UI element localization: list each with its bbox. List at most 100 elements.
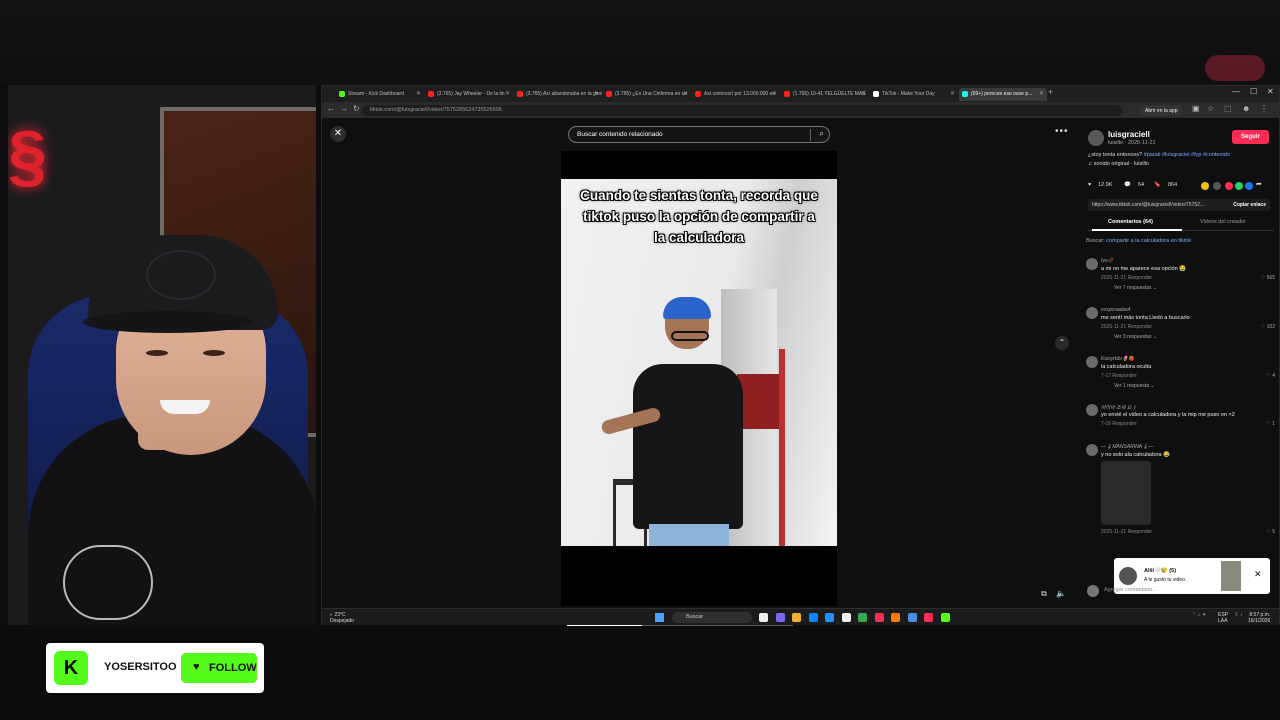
tab-close-icon[interactable]: ✕	[505, 90, 510, 97]
emoji-share-icon[interactable]	[1201, 182, 1209, 190]
commenter-avatar[interactable]	[1086, 307, 1098, 319]
windows-start-icon[interactable]	[655, 613, 664, 622]
related-search-input[interactable]: Buscar contenido relacionado ⌕	[568, 126, 830, 143]
taskbar-app-icon[interactable]	[907, 613, 917, 622]
tab-close-icon[interactable]: ✕	[594, 90, 599, 97]
tray-icons[interactable]: ⌃ ⌂ ✦	[1192, 612, 1206, 618]
comment-like-count[interactable]: ♡ 4	[1266, 373, 1275, 379]
browser-tab[interactable]: (3.765) Jay Wheeler - De la lin ✕	[425, 88, 513, 101]
profile-icon[interactable]: ☻	[1242, 104, 1250, 113]
taskbar-search[interactable]: Buscar	[672, 612, 752, 623]
tab-close-icon[interactable]: ✕	[861, 90, 866, 97]
browser-tab[interactable]: TikTok - Make Your Day ✕	[870, 88, 958, 101]
close-window-icon[interactable]: ✕	[1267, 87, 1274, 96]
search-icon[interactable]: ⌕	[820, 129, 824, 139]
star-icon[interactable]: ☆	[1207, 104, 1214, 113]
taskbar-app-icon[interactable]	[940, 613, 950, 622]
forward-icon[interactable]: →	[340, 104, 348, 113]
volume-icon[interactable]: 🔈	[1055, 589, 1067, 601]
bookmark-icon[interactable]: 🔖	[1154, 182, 1161, 188]
view-replies-link[interactable]: Ver 7 respuestas ⌄	[1114, 285, 1157, 291]
pip-icon[interactable]: ⧉	[1038, 589, 1050, 601]
taskbar-app-icon[interactable]	[808, 613, 818, 622]
back-icon[interactable]: ←	[327, 104, 335, 113]
more-options-icon[interactable]: •••	[1055, 126, 1069, 137]
commenter-avatar[interactable]	[1086, 356, 1098, 368]
open-in-app-button[interactable]: Abrir en la app	[1140, 105, 1183, 116]
url-field[interactable]: tiktok.com/@luisgraciell/video/757528562…	[362, 105, 1122, 116]
comment-icon[interactable]: 💬	[1124, 182, 1131, 188]
hashtags[interactable]: #parati #luisgraciel #fyp #contenido	[1144, 152, 1230, 158]
browser-tab[interactable]: (99+) perecee ese ouve p... ✕	[959, 88, 1047, 101]
taskbar-app-icon[interactable]	[841, 613, 851, 622]
maximize-icon[interactable]: ☐	[1250, 87, 1257, 96]
commenter-name[interactable]: Kuisyrbbr🌷🍓	[1101, 356, 1135, 362]
extensions-icon[interactable]: ▣	[1192, 104, 1200, 113]
browser-tab[interactable]: (1.765) 10-41 YELGÜELTE MAS ✕	[781, 88, 869, 101]
language-indicator[interactable]: ESP LAA	[1218, 612, 1228, 624]
commenter-avatar[interactable]	[1086, 444, 1098, 456]
commenter-name[interactable]: 마라마 조세 요_ℓ	[1101, 404, 1136, 411]
kick-follow-button[interactable]: ♥ FOLLOW	[181, 653, 257, 683]
embed-icon[interactable]	[1213, 182, 1221, 190]
tab-comments[interactable]: Comentarios (64)	[1108, 219, 1153, 225]
tab-close-icon[interactable]: ✕	[683, 90, 688, 97]
follow-button[interactable]: Seguir	[1232, 130, 1269, 144]
comment-meta[interactable]: 2025-11-21 Responder	[1101, 275, 1152, 281]
taskbar-app-icon[interactable]	[825, 613, 834, 622]
taskbar-app-icon[interactable]	[874, 613, 884, 622]
comment-meta[interactable]: 7-16 Responder	[1101, 421, 1137, 427]
commenter-name[interactable]: cosposadas4	[1101, 307, 1130, 313]
whatsapp-icon[interactable]	[1235, 182, 1243, 190]
taskbar-app-icon[interactable]	[858, 613, 867, 622]
browser-tab[interactable]: Stream - Kick Dashboard ✕	[336, 88, 424, 101]
browser-tab[interactable]: (3.765) Así abandonaba en la gente ✕	[514, 88, 602, 101]
comment-like-count[interactable]: ♡ 1	[1266, 421, 1275, 427]
facebook-icon[interactable]	[1245, 182, 1253, 190]
author-name[interactable]: luisgraciell	[1108, 130, 1150, 139]
commenter-avatar[interactable]	[1086, 258, 1098, 270]
wifi-icon[interactable]: ⌔ ♪	[1234, 612, 1243, 618]
share-arrow-icon[interactable]: ➦	[1256, 180, 1264, 188]
minimize-icon[interactable]: —	[1232, 87, 1240, 96]
close-notification-icon[interactable]: ✕	[1254, 569, 1262, 580]
tab-close-icon[interactable]: ✕	[416, 90, 421, 97]
comment-meta[interactable]: 2025-11-21 Responder	[1101, 529, 1152, 535]
copy-link-button[interactable]: Copiar enlace	[1233, 202, 1266, 208]
tab-close-icon[interactable]: ✕	[950, 90, 955, 97]
menu-icon[interactable]: ⋮	[1260, 104, 1268, 113]
browser-tab[interactable]: (3.765) ¿Es Una Cinferma en un ✕	[603, 88, 691, 101]
tab-close-icon[interactable]: ✕	[1039, 90, 1044, 97]
comment-like-count[interactable]: ♡ 5	[1266, 529, 1275, 535]
chevron-up-icon[interactable]: ⌃	[1055, 336, 1069, 350]
view-replies-link[interactable]: Ver 3 respuestas ⌄	[1114, 334, 1157, 340]
commenter-name[interactable]: —🌡MANSARINA🌡—	[1101, 444, 1153, 450]
comment-like-count[interactable]: ♡ 102	[1261, 324, 1275, 330]
commenter-avatar[interactable]	[1086, 404, 1098, 416]
comment-input[interactable]: Agregar comentario...	[1084, 584, 1279, 598]
author-avatar[interactable]	[1088, 130, 1104, 146]
comment-meta[interactable]: 2025-11-21 Responder	[1101, 324, 1152, 330]
clock[interactable]: 8:57 p.m. 16/1/2026	[1248, 612, 1270, 624]
taskbar-app-icon[interactable]	[759, 613, 768, 622]
commenter-name[interactable]: Ivo🥀	[1101, 258, 1114, 264]
taskbar-app-icon[interactable]	[792, 613, 801, 622]
taskbar-app-icon[interactable]	[775, 613, 785, 622]
downloads-icon[interactable]: ⬚	[1224, 104, 1232, 113]
new-tab-button[interactable]: +	[1048, 87, 1053, 97]
reload-icon[interactable]: ↻	[353, 104, 360, 113]
taskbar-app-icon[interactable]	[891, 613, 900, 622]
video-player[interactable]: Cuando te sientas tonta, recorda que tik…	[561, 151, 837, 627]
comment-like-count[interactable]: ♡ 565	[1261, 275, 1275, 281]
weather-widget[interactable]: ◐ 23°C Despejado	[330, 612, 354, 624]
like-icon[interactable]: ♥	[1088, 182, 1091, 188]
share-link-field[interactable]: https://www.tiktok.com/@luisgraciell/vid…	[1088, 199, 1270, 211]
close-icon[interactable]: ✕	[330, 126, 346, 142]
search-suggestion[interactable]: Buscar: compartir a la calculadora en ti…	[1086, 238, 1191, 244]
taskbar-app-icon[interactable]	[924, 613, 933, 622]
browser-tab[interactable]: Así comocerí por 13.000.000 en ✕	[692, 88, 780, 101]
sound-link[interactable]: ♫ sonido original - luisillo	[1088, 161, 1149, 167]
friends-share-icon[interactable]	[1225, 182, 1233, 190]
comment-meta[interactable]: 7-17 Responder	[1101, 373, 1137, 379]
tab-close-icon[interactable]: ✕	[772, 90, 777, 97]
